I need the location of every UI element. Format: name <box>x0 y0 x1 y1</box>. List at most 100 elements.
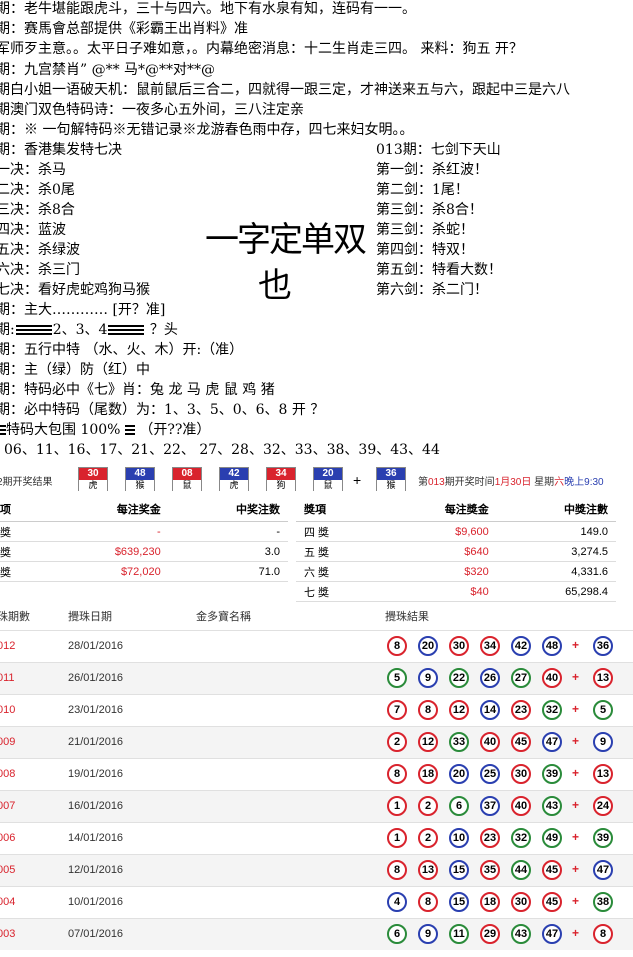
draw-ball: 30 <box>511 764 531 784</box>
prize-table-right: 獎項 每注獎金 中獎注數 四 獎 $9,600 149.0 五 獎 $640 3,274… <box>296 497 616 602</box>
draw-row: 010 23/01/2016 7 8 12 14 23 32 +5 <box>0 694 633 726</box>
bar-decoration <box>108 325 145 335</box>
draw-row: 003 07/01/2016 6 9 11 29 43 47 +8 <box>0 918 633 950</box>
bar-decoration <box>124 425 135 435</box>
draw-ball: 11 <box>449 924 469 944</box>
text-line-wuxing: 期：五行中特 （水、火、木）开:（准） <box>0 342 244 358</box>
draw-issue: 006 <box>0 832 16 844</box>
draw-ball: 13 <box>418 860 438 880</box>
plus-sign: + <box>572 638 580 652</box>
draw-ball: 8 <box>418 700 438 720</box>
col-header: 项 <box>0 497 46 522</box>
draw-ball: 40 <box>542 668 562 688</box>
text-line-5: 期白小姐一语破天机：鼠前鼠后三合二，四就得一跟三定，才神送来五与六，跟起中三是六… <box>0 82 570 98</box>
plus-sign: + <box>572 766 580 780</box>
draw-row: 006 14/01/2016 1 2 10 23 32 49 +39 <box>0 822 633 854</box>
result-ball: 20 鼠 <box>313 467 343 491</box>
draw-ball: 26 <box>480 668 500 688</box>
header-issue: 珠期數 <box>0 611 30 623</box>
bar-decoration <box>15 325 52 335</box>
text-line-3: 军师歹主意。。太平日子难如意，。内幕绝密消息：十二生肖走三四。 来料：狗五 开？ <box>0 41 523 57</box>
baowei-end: （开??准） <box>139 422 211 438</box>
col-header: 中奖注数 <box>168 497 288 522</box>
draw-ball: 42 <box>511 636 531 656</box>
draw-ball: 22 <box>449 668 469 688</box>
plus-sign: + <box>572 734 580 748</box>
draw-issue: 008 <box>0 768 16 780</box>
draw-ball: 25 <box>480 764 500 784</box>
jian-6: 第五剑：特看大数！ <box>376 262 502 278</box>
draw-ball: 10 <box>449 828 469 848</box>
text-line-7: 期：※ 一句解特码※无错记录※龙游春色雨中存，四七来妇女明。。 <box>0 122 414 138</box>
draw-ball: 30 <box>511 892 531 912</box>
next-draw-info: 第013期开奖时间1月30日 星期六晚上9:30 <box>418 477 604 488</box>
draw-ball: 4 <box>387 892 407 912</box>
draw-ball: 12 <box>418 732 438 752</box>
result-ball: 30 虎 <box>78 467 108 491</box>
result-special-ball: 36 猴 <box>376 467 406 491</box>
draw-ball: 2 <box>418 828 438 848</box>
draw-ball: 12 <box>449 700 469 720</box>
draw-ball: 6 <box>449 796 469 816</box>
draw-ball: 33 <box>449 732 469 752</box>
draw-ball: 29 <box>480 924 500 944</box>
draw-row: 005 12/01/2016 8 13 15 35 44 45 +47 <box>0 854 633 886</box>
draw-ball: 9 <box>418 924 438 944</box>
draw-row: 008 19/01/2016 8 18 20 25 30 39 +13 <box>0 758 633 790</box>
text-line-lvhong: 期：主（绿）防（红）中 <box>0 362 150 378</box>
big-handwritten-text: 一字定单双 <box>205 220 367 260</box>
draw-ball: 45 <box>542 860 562 880</box>
result-label: 2期开奖结果 <box>0 477 53 488</box>
draw-date: 28/01/2016 <box>68 640 124 652</box>
text-line-zhuda: 期：主大………… [开？准] <box>0 302 166 318</box>
jian-title: 013期：七剑下天山 <box>376 142 501 158</box>
draw-special-ball: 9 <box>593 732 613 752</box>
draw-date: 10/01/2016 <box>68 896 124 908</box>
draw-ball: 1 <box>387 796 407 816</box>
jian-1: 第一剑：杀红波！ <box>376 162 488 178</box>
draw-ball: 18 <box>480 892 500 912</box>
draw-date: 07/01/2016 <box>68 928 124 940</box>
col-header: 每注獎金 <box>377 497 497 522</box>
plus-sign: + <box>572 798 580 812</box>
draw-row: 011 26/01/2016 5 9 22 26 27 40 +13 <box>0 662 633 694</box>
draw-date: 23/01/2016 <box>68 704 124 716</box>
header-date: 攪珠日期 <box>68 611 112 623</box>
draw-ball: 32 <box>511 828 531 848</box>
jue-1: 一决：杀马 <box>0 162 66 178</box>
table-row: 五 獎 $640 3,274.5 <box>296 541 616 562</box>
plus-sign: + <box>353 472 362 488</box>
table-row: 獎 $72,020 71.0 <box>0 561 288 582</box>
draw-ball: 20 <box>418 636 438 656</box>
header-result: 攪珠結果 <box>385 611 429 623</box>
text-line-qi: 期：特码必中《七》肖：兔 龙 马 虎 鼠 鸡 猪 <box>0 382 275 398</box>
draw-ball: 48 <box>542 636 562 656</box>
col-header: 每注奖金 <box>45 497 169 522</box>
plus-sign: + <box>572 830 580 844</box>
jue-4: 四决：蓝波 <box>0 222 66 238</box>
result-ball: 48 猴 <box>125 467 155 491</box>
draw-ball: 23 <box>480 828 500 848</box>
text-line-bars: 期: 2、3、4 ？头 <box>0 322 178 338</box>
draw-ball: 2 <box>387 732 407 752</box>
draw-row: 007 16/01/2016 1 2 6 37 40 43 +24 <box>0 790 633 822</box>
draw-ball: 30 <box>449 636 469 656</box>
baowei-label: 特码大包围 100% <box>6 422 121 438</box>
draw-ball: 1 <box>387 828 407 848</box>
draw-date: 16/01/2016 <box>68 800 124 812</box>
plus-sign: + <box>572 670 580 684</box>
jue-6: 六决：杀三门 <box>0 262 80 278</box>
draw-date: 14/01/2016 <box>68 832 124 844</box>
draw-special-ball: 8 <box>593 924 613 944</box>
table-row: 獎-- <box>0 521 288 542</box>
draw-special-ball: 24 <box>593 796 613 816</box>
plus-sign: + <box>572 702 580 716</box>
draw-ball: 40 <box>480 732 500 752</box>
text-line-weishu: 期：必中特码（尾数）为：1、3、5、0、6、8 开 ？ <box>0 402 325 418</box>
jian-2: 第二剑：1尾！ <box>376 182 469 198</box>
draw-special-ball: 38 <box>593 892 613 912</box>
draw-row: 004 10/01/2016 4 8 15 18 30 45 +38 <box>0 886 633 918</box>
draw-ball: 32 <box>542 700 562 720</box>
draw-ball: 18 <box>418 764 438 784</box>
draw-ball: 43 <box>511 924 531 944</box>
